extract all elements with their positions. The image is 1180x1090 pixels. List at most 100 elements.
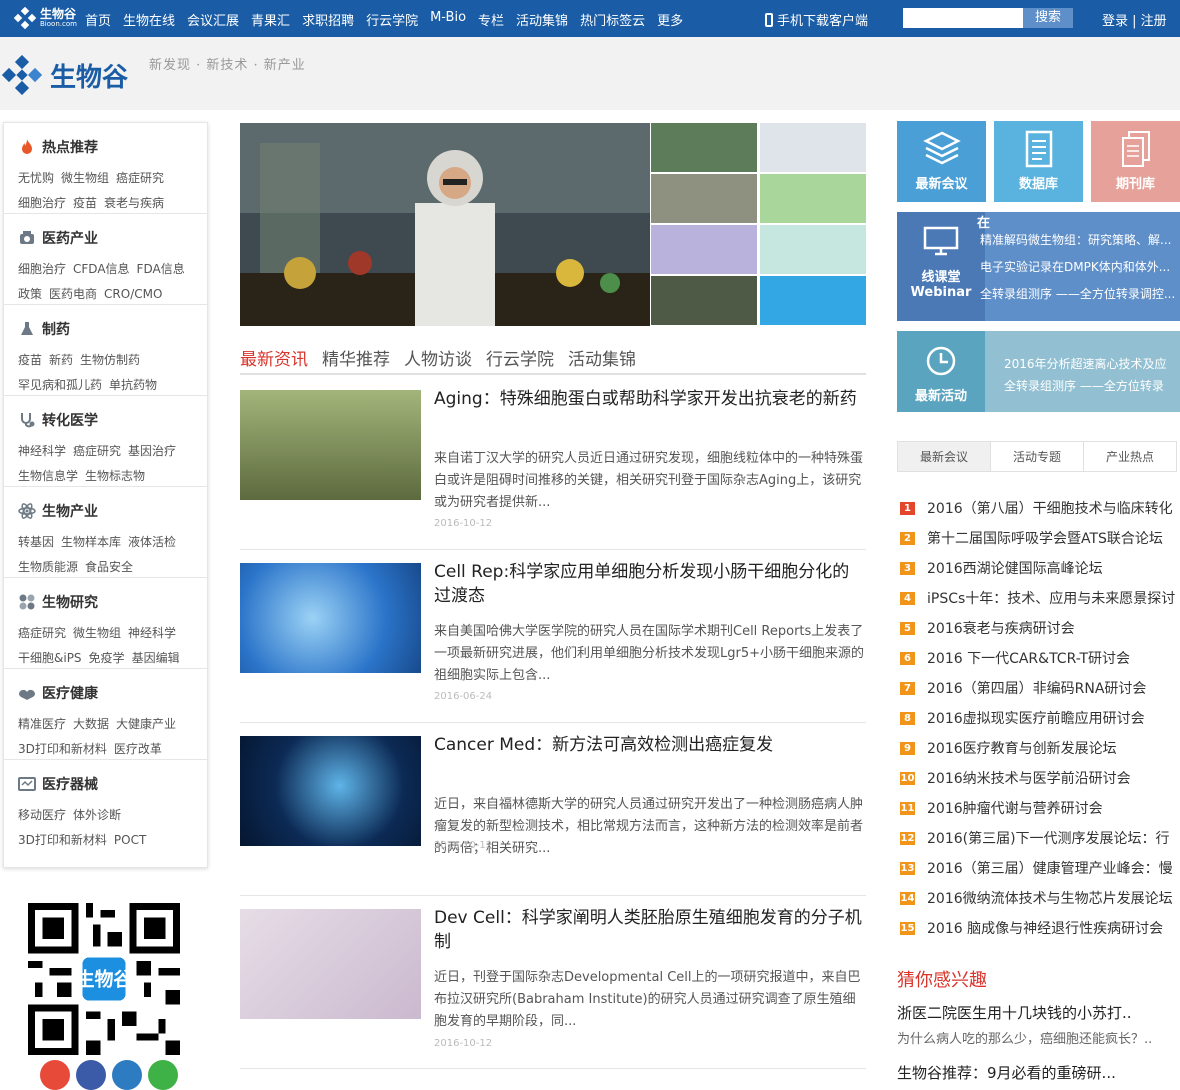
category-title[interactable]: 医疗器械: [42, 774, 98, 794]
category-link[interactable]: 单抗药物: [109, 378, 157, 392]
meeting-item[interactable]: 6 2016 下一代CAR&TCR-T研讨会: [900, 648, 1180, 678]
meeting-item[interactable]: 12 2016(第三届)下一代测序发展论坛：行: [900, 828, 1180, 858]
category-link[interactable]: 医疗改革: [114, 742, 162, 756]
category-link[interactable]: POCT: [114, 833, 146, 847]
guess-item-summary[interactable]: 为什么病人吃的那么少，癌细胞还能疯长？..: [897, 1028, 1152, 1047]
tab-industry-hot[interactable]: 产业热点: [1084, 442, 1176, 471]
category-title[interactable]: 医疗健康: [42, 683, 98, 703]
webinar-item[interactable]: 全转录组测序 ——全方位转录调控...: [980, 287, 1175, 302]
category-link[interactable]: CFDA信息: [73, 262, 130, 276]
category-link[interactable]: 精准医疗: [18, 717, 66, 731]
guess-item-title[interactable]: 浙医二院医生用十几块钱的小苏打..: [897, 1002, 1132, 1023]
tab-featured[interactable]: 精华推荐: [322, 345, 390, 373]
magazine-icon[interactable]: [76, 1060, 106, 1090]
category-title[interactable]: 生物研究: [42, 592, 98, 612]
article-title[interactable]: Cell Rep:科学家应用单细胞分析发现小肠干细胞分化的过渡态: [434, 560, 864, 608]
download-app-link[interactable]: 手机下载客户端: [765, 10, 868, 29]
search-button[interactable]: 搜索: [1023, 8, 1073, 28]
tab-event-topics[interactable]: 活动专题: [991, 442, 1084, 471]
article-title[interactable]: Dev Cell：科学家阐明人类胚胎原生殖细胞发育的分子机制: [434, 906, 864, 954]
category-link[interactable]: 衰老与疾病: [104, 196, 164, 210]
category-title[interactable]: 热点推荐: [42, 137, 98, 157]
meeting-item[interactable]: 9 2016医疗教育与创新发展论坛: [900, 738, 1180, 768]
nav-conferences[interactable]: 会议汇展: [187, 10, 239, 29]
top-logo[interactable]: 生物谷 Bioon.com: [14, 7, 77, 29]
category-link[interactable]: 转基因: [18, 535, 54, 549]
wechat-icon[interactable]: [148, 1060, 178, 1090]
nav-tags[interactable]: 热门标签云: [580, 10, 645, 29]
thumbnail-portrait[interactable]: [760, 123, 866, 172]
article-thumbnail[interactable]: [240, 563, 421, 673]
webinar-item[interactable]: 精准解码微生物组：研究策略、解...: [980, 233, 1175, 248]
category-link[interactable]: 生物信息学: [18, 469, 78, 483]
login-register-link[interactable]: 登录 | 注册: [1102, 10, 1167, 29]
category-title[interactable]: 制药: [42, 319, 70, 339]
category-title[interactable]: 生物产业: [42, 501, 98, 521]
meeting-item[interactable]: 14 2016微纳流体技术与生物芯片发展论坛: [900, 888, 1180, 918]
category-link[interactable]: CRO/CMO: [104, 287, 162, 301]
category-link[interactable]: 生物仿制药: [80, 353, 140, 367]
article-thumbnail[interactable]: [240, 736, 421, 846]
search-input[interactable]: [903, 8, 1023, 28]
article-title[interactable]: Cancer Med：新方法可高效检测出癌症复发: [434, 733, 864, 757]
category-link[interactable]: 体外诊断: [73, 808, 121, 822]
category-link[interactable]: 微生物组: [73, 626, 121, 640]
meeting-item[interactable]: 8 2016虚拟现实医疗前瞻应用研讨会: [900, 708, 1180, 738]
event-item[interactable]: 全转录组测序 ——全方位转录: [1004, 375, 1167, 397]
nav-bio-online[interactable]: 生物在线: [123, 10, 175, 29]
nav-mbio[interactable]: M-Bio: [430, 10, 466, 29]
featured-banner[interactable]: [240, 123, 650, 326]
category-link[interactable]: 生物样本库: [61, 535, 121, 549]
thumbnail-complement-forum[interactable]: [651, 225, 757, 274]
category-link[interactable]: 疫苗: [18, 353, 42, 367]
category-link[interactable]: 细胞治疗: [18, 196, 66, 210]
category-title[interactable]: 转化医学: [42, 410, 98, 430]
tab-latest[interactable]: 最新资讯: [240, 345, 308, 373]
meeting-item[interactable]: 13 2016（第三届）健康管理产业峰会：慢: [900, 858, 1180, 888]
category-link[interactable]: 食品安全: [85, 560, 133, 574]
category-link[interactable]: 神经科学: [18, 444, 66, 458]
webinar-tile[interactable]: 线课堂 Webinar: [897, 212, 985, 321]
journal-tile[interactable]: 期刊库: [1091, 121, 1180, 202]
category-link[interactable]: 无忧购: [18, 171, 54, 185]
category-link[interactable]: 大健康产业: [116, 717, 176, 731]
tab-events[interactable]: 活动集锦: [568, 345, 636, 373]
nav-columns[interactable]: 专栏: [478, 10, 504, 29]
latest-meetings-tile[interactable]: 最新会议: [897, 121, 986, 202]
category-link[interactable]: 神经科学: [128, 626, 176, 640]
event-item[interactable]: 2016年分析超速离心技术及应: [1004, 353, 1167, 375]
category-link[interactable]: 基因治疗: [128, 444, 176, 458]
category-link[interactable]: 基因编辑: [132, 651, 180, 665]
article-title[interactable]: Aging：特殊细胞蛋白或帮助科学家开发出抗衰老的新药: [434, 387, 864, 411]
meeting-item[interactable]: 3 2016西湖论健国际高峰论坛: [900, 558, 1180, 588]
meeting-item[interactable]: 15 2016 脑成像与神经退行性疾病研讨会: [900, 918, 1180, 948]
latest-events-tile[interactable]: 最新活动: [897, 331, 985, 412]
tab-latest-meetings[interactable]: 最新会议: [898, 442, 991, 471]
thumbnail-lab[interactable]: [651, 123, 757, 172]
meeting-item[interactable]: 10 2016纳米技术与医学前沿研讨会: [900, 768, 1180, 798]
brand-logo-icon[interactable]: [2, 55, 42, 95]
category-link[interactable]: FDA信息: [137, 262, 185, 276]
nav-events[interactable]: 活动集锦: [516, 10, 568, 29]
category-link[interactable]: 大数据: [73, 717, 109, 731]
tab-interviews[interactable]: 人物访谈: [404, 345, 472, 373]
thumbnail-monkeys[interactable]: [651, 174, 757, 223]
category-link[interactable]: 免疫学: [89, 651, 125, 665]
brand-name[interactable]: 生物谷: [50, 57, 128, 94]
database-tile[interactable]: 数据库: [994, 121, 1083, 202]
nav-academy[interactable]: 行云学院: [366, 10, 418, 29]
nav-more[interactable]: 更多: [657, 10, 683, 29]
weibo-icon[interactable]: [40, 1060, 70, 1090]
meeting-item[interactable]: 7 2016（第四届）非编码RNA研讨会: [900, 678, 1180, 708]
category-link[interactable]: 癌症研究: [73, 444, 121, 458]
category-link[interactable]: 3D打印和新材料: [18, 833, 107, 847]
category-link[interactable]: 液体活检: [128, 535, 176, 549]
category-link[interactable]: 细胞治疗: [18, 262, 66, 276]
nav-jobs[interactable]: 求职招聘: [302, 10, 354, 29]
category-link[interactable]: 3D打印和新材料: [18, 742, 107, 756]
thumbnail-rare-disease-forum[interactable]: [760, 174, 866, 223]
meeting-item[interactable]: 11 2016肿瘤代谢与营养研讨会: [900, 798, 1180, 828]
category-link[interactable]: 政策: [18, 287, 42, 301]
meeting-item[interactable]: 1 2016（第八届）干细胞技术与临床转化: [900, 498, 1180, 528]
article-thumbnail[interactable]: [240, 390, 421, 500]
